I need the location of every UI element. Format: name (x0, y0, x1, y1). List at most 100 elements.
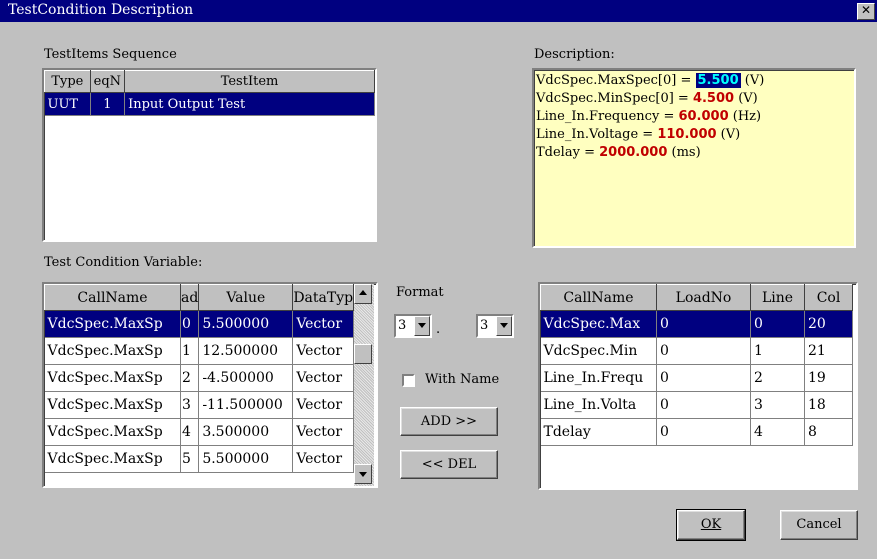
table-row[interactable]: VdcSpec.MaxSp 4 3.500000 Vector (44, 418, 355, 446)
cell-loadno: 0 (656, 391, 751, 419)
table-row[interactable]: UUT 1 Input Output Test (44, 92, 375, 116)
cell-loadno: 0 (656, 337, 751, 365)
column-header-datatype[interactable]: DataTyp (292, 284, 355, 311)
with-name-checkbox[interactable] (402, 374, 415, 387)
cell-datatype: Vector (292, 391, 355, 419)
description-label: Description: (534, 47, 615, 62)
column-header-ad[interactable]: ad (179, 284, 200, 311)
description-line: Line_In.Voltage = 110.000 (V) (536, 127, 741, 142)
format-integer-select[interactable]: 3 (394, 314, 432, 338)
cell-eqn: 1 (90, 92, 126, 116)
cell-datatype: Vector (292, 364, 355, 392)
table-row[interactable]: VdcSpec.MaxSp 5 5.500000 Vector (44, 445, 355, 473)
cell-callname: VdcSpec.MaxSp (44, 364, 181, 392)
description-value: 60.000 (678, 109, 729, 124)
table-row[interactable]: Tdelay 0 4 8 (540, 418, 853, 446)
ok-button-label: OK (700, 517, 722, 532)
arrow-down-icon[interactable] (354, 464, 372, 484)
column-header-line[interactable]: Line (750, 284, 805, 311)
cell-value: 12.500000 (198, 337, 294, 365)
add-button[interactable]: ADD >> (400, 407, 498, 436)
description-line: Line_In.Frequency = 60.000 (Hz) (536, 109, 762, 124)
sequence-list[interactable]: Type eqN TestItem UUT 1 Input Output Tes… (42, 68, 377, 242)
cell-callname: VdcSpec.MaxSp (44, 310, 181, 338)
table-row[interactable]: VdcSpec.MaxSp 2 -4.500000 Vector (44, 364, 355, 392)
column-header-value[interactable]: Value (198, 284, 294, 311)
column-header-testitem[interactable]: TestItem (124, 70, 375, 93)
format-decimal-value: 3 (480, 318, 489, 333)
cell-callname: Tdelay (540, 418, 657, 446)
cell-datatype: Vector (292, 445, 355, 473)
column-header-col[interactable]: Col (804, 284, 853, 311)
table-row[interactable]: VdcSpec.Max 0 0 20 (540, 310, 853, 338)
chevron-down-icon[interactable] (414, 316, 430, 336)
cell-col: 18 (804, 391, 853, 419)
sequence-table: Type eqN TestItem UUT 1 Input Output Tes… (44, 70, 375, 116)
variables-scrollbar[interactable] (354, 284, 374, 486)
cell-value: 3.500000 (198, 418, 294, 446)
cell-callname: VdcSpec.MaxSp (44, 337, 181, 365)
cell-datatype: Vector (292, 337, 355, 365)
description-line: Tdelay = 2000.000 (ms) (536, 145, 701, 160)
variables-label: Test Condition Variable: (44, 255, 203, 270)
table-row[interactable]: VdcSpec.MaxSp 3 -11.500000 Vector (44, 391, 355, 419)
chevron-down-icon[interactable] (496, 316, 512, 336)
cell-value: -4.500000 (198, 364, 294, 392)
close-icon[interactable]: ✕ (857, 3, 875, 20)
format-separator: . (436, 322, 441, 337)
selected-list[interactable]: CallName LoadNo Line Col VdcSpec.Max 0 0… (538, 282, 858, 490)
cell-callname: VdcSpec.Min (540, 337, 657, 365)
cell-callname: VdcSpec.MaxSp (44, 445, 181, 473)
cell-line: 4 (750, 418, 805, 446)
description-value: 5.500 (695, 73, 741, 88)
window-title: TestCondition Description (8, 2, 194, 18)
cell-col: 8 (804, 418, 853, 446)
cell-ad: 0 (180, 310, 200, 338)
cell-line: 3 (750, 391, 805, 419)
cell-ad: 5 (180, 445, 200, 473)
delete-button[interactable]: << DEL (400, 450, 498, 479)
description-value: 2000.000 (599, 145, 668, 160)
table-row[interactable]: VdcSpec.MaxSp 1 12.500000 Vector (44, 337, 355, 365)
scroll-thumb[interactable] (354, 344, 372, 364)
cell-ad: 3 (180, 391, 200, 419)
selected-table: CallName LoadNo Line Col VdcSpec.Max 0 0… (540, 284, 853, 446)
cell-line: 0 (750, 310, 805, 338)
column-header-callname[interactable]: CallName (44, 284, 181, 311)
with-name-label[interactable]: With Name (425, 372, 499, 387)
column-header-callname[interactable]: CallName (540, 284, 657, 311)
cell-loadno: 0 (656, 418, 751, 446)
format-label: Format (396, 285, 444, 300)
column-header-type[interactable]: Type (44, 70, 91, 93)
cell-col: 20 (804, 310, 853, 338)
table-row[interactable]: Line_In.Volta 0 3 18 (540, 391, 853, 419)
variables-list[interactable]: CallName ad Value DataTyp VdcSpec.MaxSp … (42, 282, 378, 488)
cell-col: 19 (804, 364, 853, 392)
cell-callname: VdcSpec.MaxSp (44, 418, 181, 446)
cell-ad: 2 (180, 364, 200, 392)
dialog-body: TestItems Sequence Type eqN TestItem UUT… (0, 22, 877, 559)
arrow-up-icon[interactable] (354, 284, 372, 304)
table-row[interactable]: VdcSpec.Min 0 1 21 (540, 337, 853, 365)
description-line: VdcSpec.MinSpec[0] = 4.500 (V) (536, 91, 758, 106)
description-line: VdcSpec.MaxSpec[0] = 5.500 (V) (536, 73, 765, 88)
description-value: 110.000 (657, 127, 717, 142)
cell-value: -11.500000 (198, 391, 294, 419)
cell-datatype: Vector (292, 310, 355, 338)
description-box[interactable]: VdcSpec.MaxSpec[0] = 5.500 (V) VdcSpec.M… (532, 68, 856, 248)
column-header-eqn[interactable]: eqN (89, 70, 126, 93)
cell-callname: VdcSpec.Max (540, 310, 657, 338)
cell-ad: 4 (180, 418, 200, 446)
table-row[interactable]: VdcSpec.MaxSp 0 5.500000 Vector (44, 310, 355, 338)
column-header-loadno[interactable]: LoadNo (656, 284, 751, 311)
table-row[interactable]: Line_In.Frequ 0 2 19 (540, 364, 853, 392)
cell-loadno: 0 (656, 310, 751, 338)
format-decimal-select[interactable]: 3 (476, 314, 514, 338)
ok-button[interactable]: OK (676, 509, 746, 541)
cell-callname: Line_In.Frequ (540, 364, 657, 392)
cell-ad: 1 (180, 337, 200, 365)
cancel-button[interactable]: Cancel (780, 510, 858, 540)
cell-value: 5.500000 (198, 310, 294, 338)
cell-loadno: 0 (656, 364, 751, 392)
cancel-button-label: Cancel (796, 517, 842, 532)
